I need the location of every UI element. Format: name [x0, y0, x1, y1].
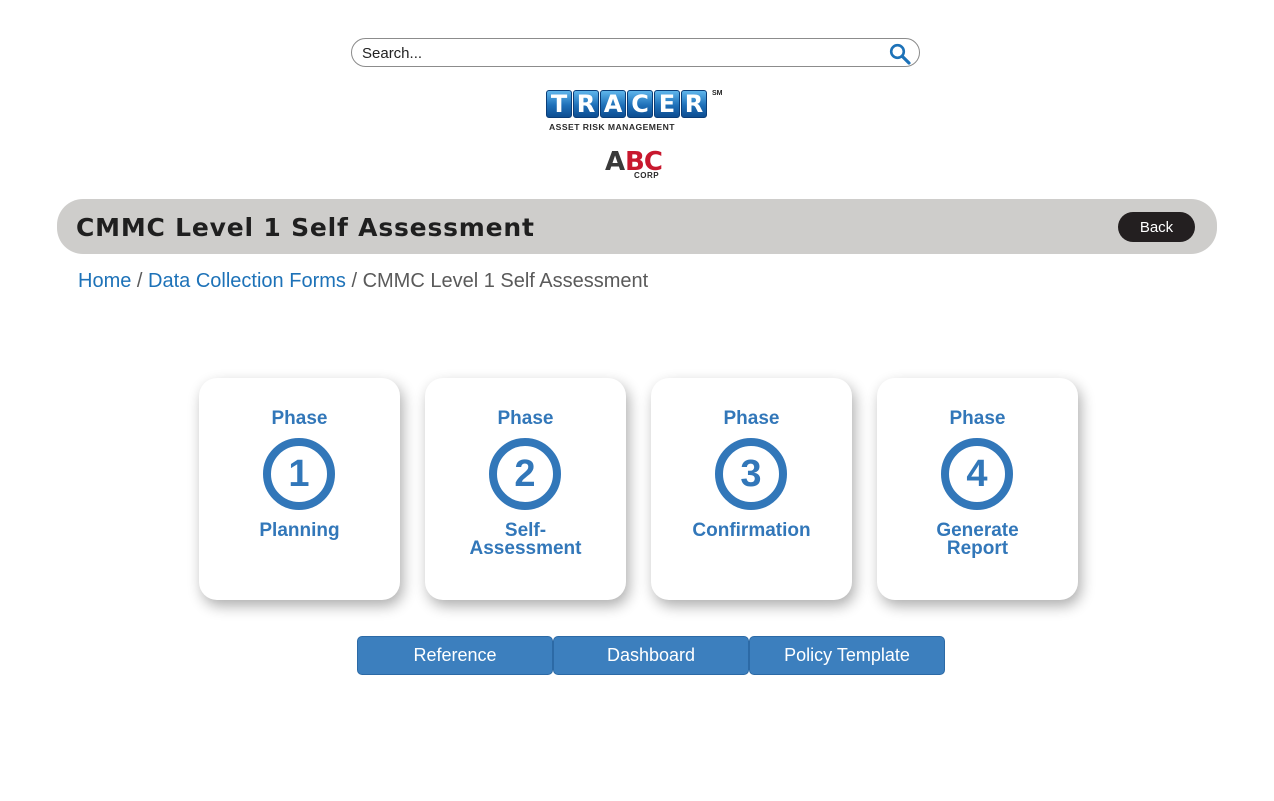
tracer-subtitle: ASSET RISK MANAGEMENT	[549, 122, 675, 132]
breadcrumb: Home / Data Collection Forms / CMMC Leve…	[78, 270, 648, 293]
tracer-service-mark: SM	[712, 90, 723, 97]
phase-label: Generate Report	[936, 520, 1019, 559]
phase-card-1[interactable]: Phase 1 Planning	[199, 378, 400, 600]
phase-heading: Phase	[497, 408, 554, 429]
search-input[interactable]	[362, 44, 872, 62]
phase-card-2[interactable]: Phase 2 Self- Assessment	[425, 378, 626, 600]
breadcrumb-separator: /	[136, 270, 149, 292]
phase-number-badge: 4	[941, 438, 1013, 510]
breadcrumb-separator: /	[351, 270, 363, 292]
phase-heading: Phase	[271, 408, 328, 429]
tracer-logo: T R A C E R SM ASSET RISK MANAGEMENT	[546, 90, 728, 134]
phase-number-badge: 3	[715, 438, 787, 510]
tracer-letter: R	[681, 90, 707, 118]
page-header: CMMC Level 1 Self Assessment Back	[57, 199, 1217, 254]
tracer-letter: A	[600, 90, 626, 118]
phase-cards: Phase 1 Planning Phase 2 Self- Assessmen…	[199, 378, 1079, 601]
back-button[interactable]: Back	[1118, 212, 1195, 242]
page-title: CMMC Level 1 Self Assessment	[76, 213, 535, 242]
policy-template-button[interactable]: Policy Template	[749, 636, 945, 675]
abc-logo-a: A	[605, 147, 626, 177]
search-bar	[351, 38, 920, 67]
phase-card-3[interactable]: Phase 3 Confirmation	[651, 378, 852, 600]
tracer-letter: E	[654, 90, 680, 118]
phase-label: Planning	[259, 520, 340, 541]
reference-button[interactable]: Reference	[357, 636, 553, 675]
dashboard-button[interactable]: Dashboard	[553, 636, 749, 675]
action-buttons: Reference Dashboard Policy Template	[357, 636, 945, 675]
phase-heading: Phase	[723, 408, 780, 429]
phase-number-badge: 2	[489, 438, 561, 510]
abc-corp-logo: A BC CORP	[605, 148, 671, 182]
breadcrumb-home[interactable]: Home	[78, 270, 131, 292]
phase-number-badge: 1	[263, 438, 335, 510]
breadcrumb-current: CMMC Level 1 Self Assessment	[362, 270, 649, 292]
tracer-letter: T	[546, 90, 572, 118]
phase-label: Confirmation	[692, 520, 811, 541]
tracer-letter: R	[573, 90, 599, 118]
phase-label: Self- Assessment	[469, 520, 582, 559]
phase-heading: Phase	[949, 408, 1006, 429]
tracer-letter: C	[627, 90, 653, 118]
breadcrumb-data-collection-forms[interactable]: Data Collection Forms	[148, 270, 346, 292]
abc-logo-corp: CORP	[634, 171, 660, 180]
search-icon[interactable]	[889, 43, 911, 65]
tracer-wordmark: T R A C E R	[546, 90, 707, 118]
phase-card-4[interactable]: Phase 4 Generate Report	[877, 378, 1078, 600]
